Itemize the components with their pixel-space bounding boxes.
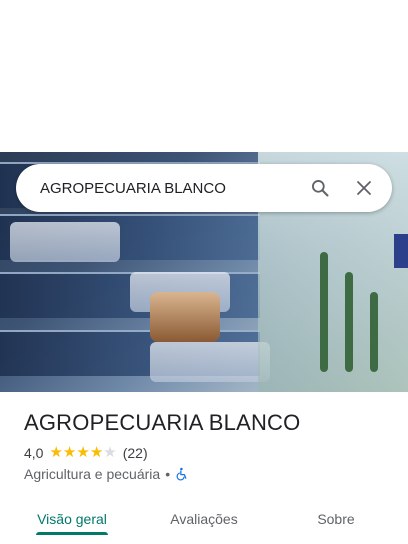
search-input[interactable] <box>16 164 300 212</box>
close-icon <box>357 181 371 195</box>
separator-dot: • <box>165 466 171 482</box>
star-icon: ★ <box>89 444 104 461</box>
rating-stars: ★ ★ ★ ★ ★ <box>49 444 117 461</box>
photo-sign <box>394 234 408 268</box>
tab-about[interactable]: Sobre <box>264 496 408 542</box>
star-empty-icon: ★ <box>103 444 117 461</box>
photo-plant <box>345 272 353 372</box>
tab-reviews[interactable]: Avaliações <box>144 496 264 542</box>
photo-product <box>150 342 270 382</box>
photo-plant <box>370 292 378 372</box>
photo-plant <box>320 252 328 372</box>
place-tabs: Visão geral Avaliações Sobre <box>0 496 408 542</box>
place-category[interactable]: Agricultura e pecuária <box>24 466 160 482</box>
rating-value: 4,0 <box>24 445 44 461</box>
star-icon: ★ <box>76 444 90 461</box>
tab-overview[interactable]: Visão geral <box>0 496 144 542</box>
place-info-panel: AGROPECUARIA BLANCO 4,0 ★ ★ ★ ★ ★ (22) A… <box>0 392 408 544</box>
search-icon <box>312 180 329 197</box>
rating-row[interactable]: 4,0 ★ ★ ★ ★ ★ (22) <box>24 445 148 461</box>
wheelchair-icon[interactable] <box>175 467 189 481</box>
photo-product <box>10 222 120 262</box>
place-title: AGROPECUARIA BLANCO <box>24 410 301 435</box>
star-icon: ★ <box>62 444 77 461</box>
search-bar <box>16 164 392 212</box>
active-tab-indicator <box>36 532 108 535</box>
close-button[interactable] <box>344 168 384 208</box>
photo-product <box>150 292 220 342</box>
category-row: Agricultura e pecuária • <box>24 466 189 482</box>
map-blank-area <box>0 0 408 152</box>
star-icon: ★ <box>49 444 63 461</box>
search-button[interactable] <box>300 168 340 208</box>
review-count: (22) <box>122 445 148 461</box>
